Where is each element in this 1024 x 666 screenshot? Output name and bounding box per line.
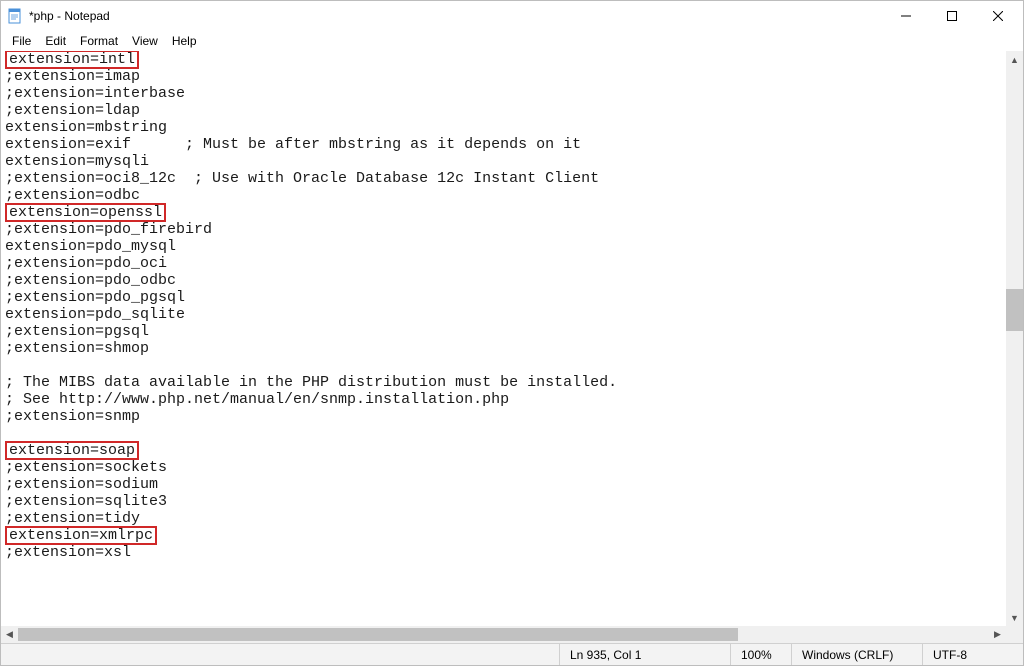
window-title: *php - Notepad [29,9,110,23]
text-line: ;extension=sqlite3 [5,493,1023,510]
status-encoding: UTF-8 [923,644,1023,665]
text-line: ;extension=interbase [5,85,1023,102]
status-line-ending: Windows (CRLF) [792,644,922,665]
titlebar[interactable]: *php - Notepad [1,1,1023,31]
highlighted-text: extension=openssl [5,203,166,222]
text-line: extension=soap [5,442,1023,459]
text-line: ;extension=pdo_oci [5,255,1023,272]
scroll-down-icon[interactable]: ▼ [1006,609,1023,626]
text-line: ;extension=pdo_odbc [5,272,1023,289]
text-line: ;extension=imap [5,68,1023,85]
text-line [5,425,1023,442]
editor-area: extension=intl;extension=imap;extension=… [1,51,1023,626]
text-line [5,357,1023,374]
text-line: ;extension=pdo_firebird [5,221,1023,238]
scroll-up-icon[interactable]: ▲ [1006,51,1023,68]
text-line: ;extension=tidy [5,510,1023,527]
menubar: File Edit Format View Help [1,31,1023,51]
text-line: ;extension=odbc [5,187,1023,204]
maximize-button[interactable] [929,1,975,31]
text-line: ;extension=shmop [5,340,1023,357]
text-line: ;extension=oci8_12c ; Use with Oracle Da… [5,170,1023,187]
text-line: ; The MIBS data available in the PHP dis… [5,374,1023,391]
vertical-scroll-thumb[interactable] [1006,289,1023,331]
scroll-right-icon[interactable]: ▶ [989,626,1006,643]
text-line: ; See http://www.php.net/manual/en/snmp.… [5,391,1023,408]
menu-view[interactable]: View [125,33,165,49]
vertical-scrollbar[interactable]: ▲ ▼ [1006,51,1023,626]
highlighted-text: extension=soap [5,441,139,460]
menu-edit[interactable]: Edit [38,33,73,49]
horizontal-scrollbar-row: ◀ ▶ [1,626,1023,643]
text-line: extension=mbstring [5,119,1023,136]
text-line: extension=openssl [5,204,1023,221]
close-button[interactable] [975,1,1021,31]
horizontal-scroll-thumb[interactable] [18,628,738,641]
text-line: ;extension=xsl [5,544,1023,561]
text-line: ;extension=sodium [5,476,1023,493]
statusbar: Ln 935, Col 1 100% Windows (CRLF) UTF-8 [1,643,1023,665]
horizontal-scrollbar[interactable]: ◀ ▶ [1,626,1006,643]
text-line: extension=pdo_sqlite [5,306,1023,323]
text-line: ;extension=pgsql [5,323,1023,340]
text-editor[interactable]: extension=intl;extension=imap;extension=… [1,51,1023,626]
text-line: ;extension=pdo_pgsql [5,289,1023,306]
text-line: ;extension=snmp [5,408,1023,425]
status-zoom: 100% [731,644,791,665]
text-line: extension=mysqli [5,153,1023,170]
menu-help[interactable]: Help [165,33,204,49]
text-line: ;extension=sockets [5,459,1023,476]
text-line: ;extension=ldap [5,102,1023,119]
minimize-button[interactable] [883,1,929,31]
text-line: extension=exif ; Must be after mbstring … [5,136,1023,153]
highlighted-text: extension=xmlrpc [5,526,157,545]
scroll-left-icon[interactable]: ◀ [1,626,18,643]
menu-format[interactable]: Format [73,33,125,49]
notepad-window: *php - Notepad File Edit Format View Hel… [0,0,1024,666]
text-line: extension=pdo_mysql [5,238,1023,255]
notepad-icon [7,8,23,24]
resize-grip[interactable] [1006,626,1023,643]
menu-file[interactable]: File [5,33,38,49]
highlighted-text: extension=intl [5,51,139,69]
text-line: extension=xmlrpc [5,527,1023,544]
text-line: extension=intl [5,51,1023,68]
status-position: Ln 935, Col 1 [560,644,730,665]
